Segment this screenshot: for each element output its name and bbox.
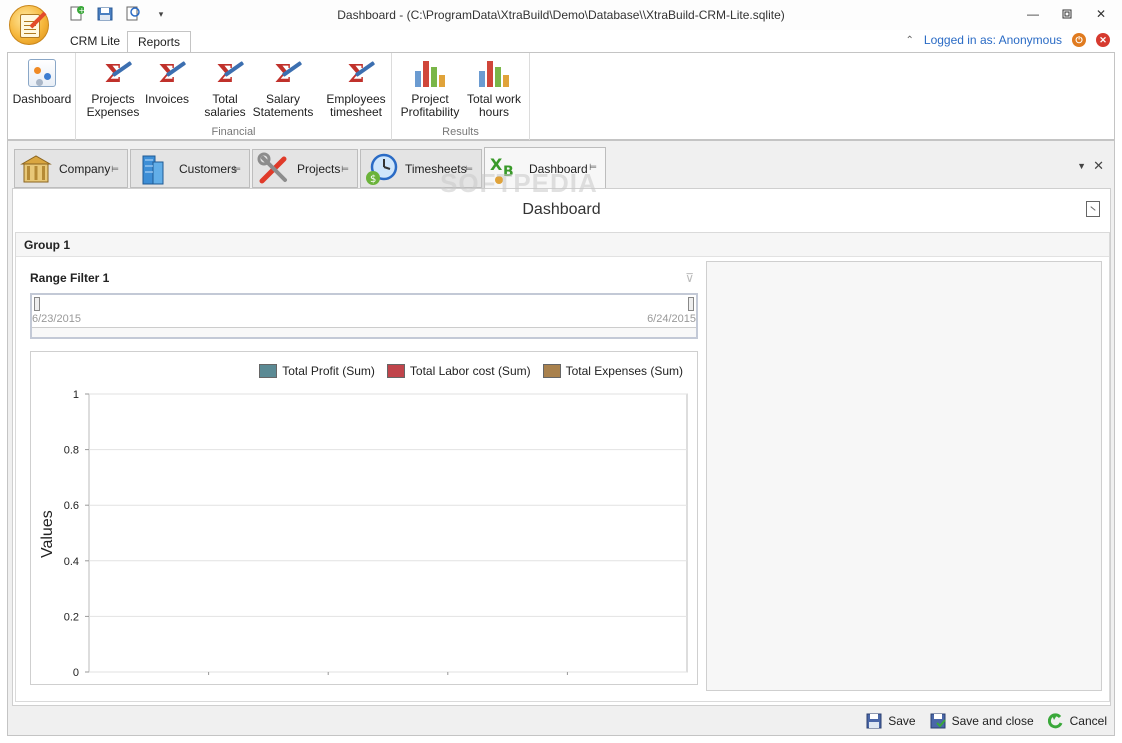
range-end-date: 6/24/2015 <box>647 313 696 325</box>
y-tick-label: 0 <box>73 667 79 679</box>
watermark: SOFTPEDIA <box>440 168 598 198</box>
ribbon-tab-strip: CRM Lite Reports ⌃ Logged in as: Anonymo… <box>0 30 1122 52</box>
projects-expenses-button[interactable]: Σ Projects Expenses <box>85 57 141 119</box>
y-tick-label: 0.4 <box>64 556 79 568</box>
window-title: Dashboard - (C:\ProgramData\XtraBuild\De… <box>337 8 785 22</box>
bar-chart-icon <box>415 59 445 87</box>
close-tab-icon[interactable]: ✕ <box>1093 158 1104 174</box>
cancel-button[interactable]: Cancel <box>1047 712 1107 729</box>
sigma-report-icon: Σ <box>216 58 234 88</box>
pin-icon[interactable]: ⊨ <box>111 164 119 175</box>
sigma-report-icon: Σ <box>274 58 292 88</box>
range-filter-title: Range Filter 1 <box>30 271 110 285</box>
save-and-close-button[interactable]: Save and close <box>930 713 1034 729</box>
dashboard-group: Group 1 Range Filter 1 ⊽ 6/23/2015 6/24/… <box>15 232 1110 702</box>
minimize-icon[interactable]: — <box>1016 4 1050 24</box>
doc-tab-projects[interactable]: Projects ⊨ <box>252 149 358 188</box>
clear-filter-icon[interactable]: ⊽ <box>685 271 694 285</box>
sigma-report-icon: Σ <box>347 58 365 88</box>
restore-icon[interactable] <box>1050 4 1084 24</box>
tools-icon <box>257 152 287 183</box>
range-end-handle[interactable] <box>688 297 694 311</box>
ribbon-group-results: Project Profitability Total work hours R… <box>392 53 530 140</box>
bottom-action-bar: Save Save and close Cancel <box>12 708 1111 733</box>
range-scrollbar[interactable] <box>32 327 696 337</box>
tab-list-dropdown-icon[interactable]: ▼ <box>1077 161 1086 171</box>
login-status[interactable]: Logged in as: Anonymous <box>924 33 1062 47</box>
pin-icon[interactable]: ⊨ <box>233 164 241 175</box>
chart-container: Total Profit (Sum) Total Labor cost (Sum… <box>30 351 698 685</box>
sigma-report-icon: Σ <box>104 58 122 88</box>
y-tick-label: 0.6 <box>64 500 79 512</box>
pin-icon[interactable]: ⊨ <box>341 164 349 175</box>
range-start-date: 6/23/2015 <box>32 313 81 325</box>
dashboard-icon <box>28 59 56 87</box>
sigma-report-icon: Σ <box>158 58 176 88</box>
range-start-handle[interactable] <box>34 297 40 311</box>
tab-reports[interactable]: Reports <box>127 31 192 52</box>
range-selector[interactable]: 6/23/2015 6/24/2015 <box>30 293 698 339</box>
ribbon-group-general: Dashboard <box>8 53 76 140</box>
ribbon-group-financial: Σ Projects Expenses Σ Invoices Σ Total s… <box>76 53 392 140</box>
export-icon[interactable] <box>1086 201 1100 217</box>
save-close-icon <box>930 713 946 728</box>
exit-icon[interactable]: ✕ <box>1096 33 1110 47</box>
chart-plot: 0 0.2 0.4 0.6 0.8 1 <box>64 389 688 679</box>
ribbon-group-label-results: Results <box>442 126 479 138</box>
employees-timesheet-button[interactable]: Σ Employees timesheet <box>326 57 386 119</box>
skyscraper-icon <box>142 155 164 184</box>
y-tick-label: 0.8 <box>64 445 79 457</box>
save-icon <box>866 713 882 728</box>
y-tick-label: 0.2 <box>64 611 79 623</box>
window-controls: — ✕ <box>1016 4 1118 24</box>
doc-tab-customers[interactable]: Customers ⊨ <box>130 149 250 188</box>
document-area: Company ⊨ Customers ⊨ Projects ⊨ $ Times… <box>7 140 1115 736</box>
plot-frame <box>88 393 688 673</box>
ribbon-group-label-financial: Financial <box>211 126 256 138</box>
close-icon[interactable]: ✕ <box>1084 4 1118 24</box>
cancel-icon <box>1047 712 1063 728</box>
save-button[interactable]: Save <box>866 713 916 729</box>
range-filter: Range Filter 1 ⊽ 6/23/2015 6/24/2015 <box>30 263 698 345</box>
tab-crm-lite[interactable]: CRM Lite <box>60 31 130 52</box>
power-icon[interactable]: ⏻ <box>1072 33 1086 47</box>
y-tick-label: 1 <box>73 389 79 401</box>
title-bar: + ▾ Dashboard - (C:\ProgramData\XtraBuil… <box>0 0 1122 30</box>
total-work-hours-button[interactable]: Total work hours <box>464 57 524 119</box>
project-profitability-button[interactable]: Project Profitability <box>400 57 460 119</box>
empty-dashboard-panel <box>706 261 1102 691</box>
dashboard-surface: Dashboard Group 1 Range Filter 1 ⊽ 6/23/… <box>12 188 1111 706</box>
clock-money-icon: $ <box>366 153 398 185</box>
group-title: Group 1 <box>16 233 1109 257</box>
collapse-ribbon-icon[interactable]: ⌃ <box>906 35 914 46</box>
dashboard-title: Dashboard <box>522 201 601 218</box>
building-icon <box>20 154 52 182</box>
app-menu-orb-icon[interactable] <box>9 5 49 45</box>
total-salaries-button[interactable]: Σ Total salaries <box>197 57 253 119</box>
ribbon-panel: Dashboard Σ Projects Expenses Σ Invoices… <box>7 52 1115 140</box>
login-area: ⌃ Logged in as: Anonymous ⏻ ✕ <box>906 33 1110 47</box>
salary-statements-button[interactable]: Σ Salary Statements <box>253 57 314 119</box>
dashboard-button[interactable]: Dashboard <box>13 57 71 106</box>
bar-chart-icon <box>479 59 509 87</box>
doc-tab-company[interactable]: Company ⊨ <box>14 149 128 188</box>
invoices-button[interactable]: Σ Invoices <box>139 57 195 106</box>
svg-text:$: $ <box>370 174 376 185</box>
